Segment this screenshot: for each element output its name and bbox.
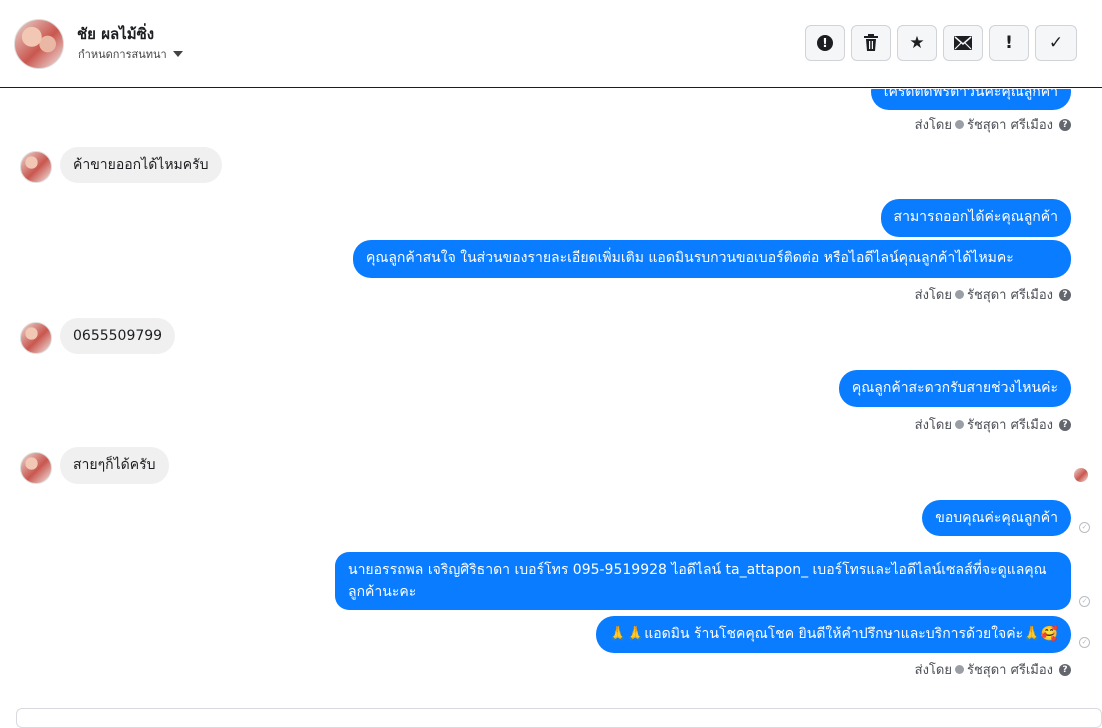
mark-done-button[interactable]: ✓ <box>1035 25 1077 61</box>
message-thread[interactable]: เครดิตดีฟรีตำวันคะคุณลูกค้า ส่งโดย รัชสุ… <box>0 89 1102 714</box>
trash-icon <box>864 34 878 51</box>
sent-by-label: ส่งโดย รัชสุดา ศรีเมือง ? <box>915 284 1071 305</box>
sent-by-label: ส่งโดย รัชสุดา ศรีเมือง ? <box>915 414 1071 435</box>
message-bubble-outgoing[interactable]: 🙏🙏แอดมิน ร้านโชคคุณโชค ยินดีให้คำปรึกษาแ… <box>596 616 1071 653</box>
star-icon: ★ <box>909 32 925 53</box>
agent-name[interactable]: รัชสุดา ศรีเมือง <box>967 284 1053 305</box>
help-icon[interactable]: ? <box>1059 288 1071 301</box>
message-composer[interactable] <box>16 708 1102 728</box>
agent-name[interactable]: รัชสุดา ศรีเมือง <box>967 659 1053 680</box>
message-bubble-outgoing[interactable]: นายอรรถพล เจริญศิริธาดา เบอร์โทร 095-951… <box>335 552 1071 610</box>
exclamation-icon: ! <box>1005 32 1013 53</box>
delivered-check-icon: ✓ <box>1079 637 1090 648</box>
message-bubble-incoming[interactable]: ค้าขายออกได้ไหมครับ <box>60 147 222 183</box>
sent-by-label: ส่งโดย รัชสุดา ศรีเมือง ? <box>915 659 1071 680</box>
agent-name[interactable]: รัชสุดา ศรีเมือง <box>967 414 1053 435</box>
caret-down-icon <box>172 51 183 57</box>
alert-circle-icon: ! <box>817 35 833 51</box>
delete-button[interactable] <box>851 25 891 61</box>
mark-unread-button[interactable] <box>943 25 983 61</box>
envelope-icon <box>954 36 972 50</box>
contact-avatar-small[interactable] <box>20 452 52 484</box>
help-icon[interactable]: ? <box>1059 118 1071 131</box>
sent-by-label: ส่งโดย รัชสุดา ศรีเมือง ? <box>915 114 1071 135</box>
contact-avatar-small[interactable] <box>20 322 52 354</box>
conversation-header: ชัย ผลไม้ซิ่ง กำหนดการสนทนา ! ★ ! ✓ <box>0 0 1102 88</box>
check-icon: ✓ <box>1048 32 1064 53</box>
sent-check-icon <box>954 120 964 129</box>
contact-avatar[interactable] <box>14 19 64 69</box>
seen-by-avatar <box>1074 468 1088 482</box>
message-bubble-incoming[interactable]: สายๆก็ได้ครับ <box>60 447 169 484</box>
help-icon[interactable]: ? <box>1059 663 1071 676</box>
assign-conversation-dropdown[interactable]: กำหนดการสนทนา <box>78 45 183 63</box>
delivered-check-icon: ✓ <box>1079 522 1090 533</box>
delivered-check-icon: ✓ <box>1079 596 1090 607</box>
message-bubble-outgoing[interactable]: คุณลูกค้าสนใจ ในส่วนของรายละเอียดเพิ่มเต… <box>353 240 1071 278</box>
agent-name[interactable]: รัชสุดา ศรีเมือง <box>967 114 1053 135</box>
message-bubble-outgoing[interactable]: สามารถออกได้ค่ะคุณลูกค้า <box>880 199 1071 237</box>
message-bubble-outgoing[interactable]: ขอบคุณค่ะคุณลูกค้า <box>922 500 1071 536</box>
assign-conversation-label: กำหนดการสนทนา <box>78 48 167 61</box>
message-bubble-outgoing[interactable]: คุณลูกค้าสะดวกรับสายช่วงไหนค่ะ <box>838 370 1071 407</box>
sent-check-icon <box>954 665 964 674</box>
sent-check-icon <box>954 420 964 429</box>
help-icon[interactable]: ? <box>1059 418 1071 431</box>
conversation-toolbar: ! ★ ! ✓ <box>805 25 1077 61</box>
message-bubble-outgoing[interactable]: เครดิตดีฟรีตำวันคะคุณลูกค้า <box>870 89 1071 110</box>
contact-avatar-small[interactable] <box>20 151 52 183</box>
follow-up-button[interactable]: ! <box>989 25 1029 61</box>
star-button[interactable]: ★ <box>897 25 937 61</box>
message-bubble-incoming[interactable]: 0655509799 <box>60 318 176 354</box>
mark-spam-button[interactable]: ! <box>805 25 845 61</box>
contact-name[interactable]: ชัย ผลไม้ซิ่ง <box>77 22 154 46</box>
sent-check-icon <box>954 290 964 299</box>
